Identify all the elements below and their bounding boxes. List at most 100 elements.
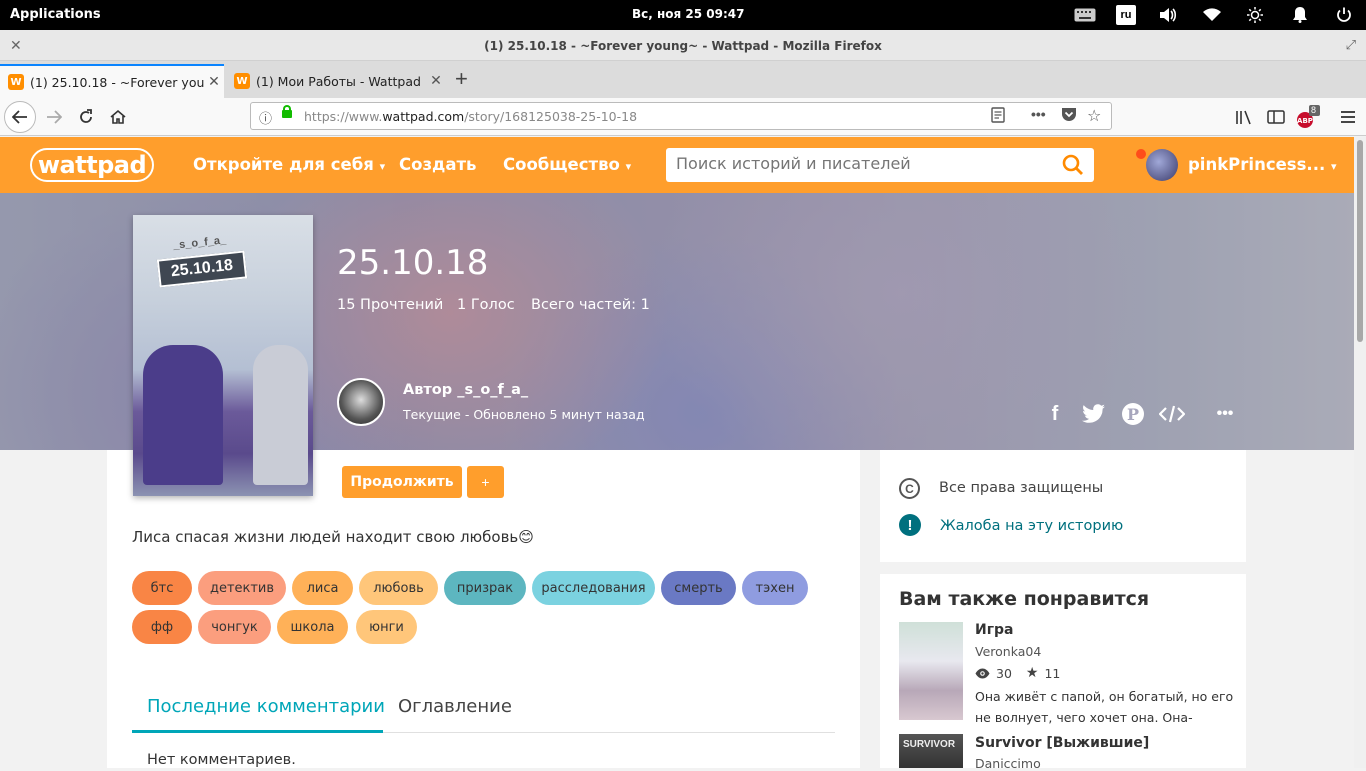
back-button[interactable] xyxy=(4,101,36,133)
twitter-icon[interactable] xyxy=(1080,400,1108,428)
reload-button[interactable] xyxy=(72,103,100,131)
user-avatar[interactable] xyxy=(1146,149,1178,181)
clock[interactable]: Вс, ноя 25 09:47 xyxy=(632,7,745,21)
embed-code-icon[interactable] xyxy=(1158,400,1186,428)
wifi-icon[interactable] xyxy=(1202,5,1222,25)
sidebar-toggle-icon[interactable] xyxy=(1262,103,1290,131)
tab-story[interactable]: W (1) 25.10.18 - ~Forever young~ ✕ xyxy=(0,64,224,98)
recommendation-cover[interactable] xyxy=(899,622,963,720)
site-info-icon[interactable]: ⓘ xyxy=(259,108,272,127)
tag-chip[interactable]: тэхен xyxy=(742,571,808,605)
reader-view-icon[interactable] xyxy=(991,107,1005,126)
tag-chip[interactable]: расследования xyxy=(532,571,655,605)
story-description: Лиса спасая жизни людей находит свою люб… xyxy=(132,528,534,546)
reads-count: 15 Прочтений xyxy=(337,297,444,313)
scrollbar-thumb[interactable] xyxy=(1357,140,1363,342)
pocket-icon[interactable] xyxy=(1061,107,1077,125)
story-info-card xyxy=(880,450,1246,562)
tag-chip[interactable]: детектив xyxy=(198,571,286,605)
recommendation-author[interactable]: Daniccimo xyxy=(975,756,1041,771)
tab-bar: W (1) 25.10.18 - ~Forever young~ ✕ W (1)… xyxy=(0,61,1366,98)
author-link[interactable]: Автор _s_o_f_a_ xyxy=(403,382,528,398)
pinterest-icon[interactable]: P xyxy=(1119,400,1147,428)
tab-close-icon[interactable]: ✕ xyxy=(426,73,446,89)
language-indicator[interactable]: ru xyxy=(1116,5,1136,25)
search-box xyxy=(666,148,1094,182)
recommendation-cover[interactable]: SURVIVOR xyxy=(899,734,963,768)
nav-discover[interactable]: Откройте для себя ▾ xyxy=(193,155,385,174)
tag-chip[interactable]: юнги xyxy=(356,610,417,644)
tag-chip[interactable]: смерть xyxy=(661,571,736,605)
eye-icon xyxy=(975,668,990,678)
navigation-toolbar: ⓘ https://www.wattpad.com/story/16812503… xyxy=(0,98,1366,136)
tag-chip[interactable]: школа xyxy=(277,610,348,644)
add-to-library-button[interactable]: + xyxy=(467,466,504,498)
brightness-icon[interactable] xyxy=(1245,5,1265,25)
tab-my-works[interactable]: W (1) Мои Работы - Wattpad ✕ xyxy=(226,64,446,98)
recommendation-votes: 11 xyxy=(1044,665,1061,681)
nav-create[interactable]: Создать xyxy=(399,155,477,174)
story-cover[interactable]: _s_o_f_a_ 25.10.18 xyxy=(133,215,313,496)
wattpad-favicon-icon: W xyxy=(8,74,24,90)
wattpad-favicon-icon: W xyxy=(234,73,250,89)
url-text[interactable]: https://www.wattpad.com/story/168125038-… xyxy=(304,109,637,124)
recommendation-author[interactable]: Veronka04 xyxy=(975,644,1041,659)
story-title: 25.10.18 xyxy=(337,243,489,283)
user-menu[interactable]: pinkPrincess... ▾ xyxy=(1188,155,1337,174)
system-top-bar: Applications Вс, ноя 25 09:47 ru xyxy=(0,0,1366,30)
tag-chip[interactable]: призрак xyxy=(444,571,526,605)
page-actions-icon[interactable]: ••• xyxy=(1031,106,1046,122)
nav-community[interactable]: Сообщество ▾ xyxy=(503,155,631,174)
copyright-icon: C xyxy=(899,478,920,499)
tag-chip[interactable]: фф xyxy=(132,610,192,644)
tag-chip[interactable]: любовь xyxy=(359,571,438,605)
continue-reading-button[interactable]: Продолжить xyxy=(342,466,462,498)
secure-lock-icon[interactable] xyxy=(282,105,292,118)
svg-text:P: P xyxy=(1127,405,1139,424)
votes-count: 1 Голос xyxy=(457,297,515,313)
tab-table-of-contents[interactable]: Оглавление xyxy=(398,696,512,717)
chevron-down-icon: ▾ xyxy=(1331,160,1337,173)
tab-recent-comments[interactable]: Последние комментарии xyxy=(147,696,385,717)
report-story-link[interactable]: Жалоба на эту историю xyxy=(940,518,1123,534)
search-input[interactable] xyxy=(676,154,1046,173)
notification-dot xyxy=(1136,149,1146,159)
recommendation-title[interactable]: Survivor [Выжившие] xyxy=(975,735,1149,751)
window-maximize-icon[interactable]: ⤢ xyxy=(1346,37,1356,53)
active-tab-indicator xyxy=(132,730,383,733)
bookmark-star-icon[interactable]: ☆ xyxy=(1087,106,1101,126)
notifications-icon[interactable] xyxy=(1290,5,1310,25)
chevron-down-icon: ▾ xyxy=(379,160,386,173)
recommendation-title[interactable]: Игра xyxy=(975,622,1014,638)
author-avatar[interactable] xyxy=(337,378,385,426)
more-options-icon[interactable]: ••• xyxy=(1211,400,1239,428)
chevron-down-icon: ▾ xyxy=(625,160,632,173)
recommendation-stats: 30 ★ 11 xyxy=(975,665,1060,681)
tab-label: (1) Мои Работы - Wattpad xyxy=(256,73,421,89)
tag-chip[interactable]: бтс xyxy=(132,571,192,605)
search-icon[interactable] xyxy=(1062,154,1084,176)
power-icon[interactable] xyxy=(1334,5,1354,25)
menu-icon[interactable] xyxy=(1334,103,1362,131)
new-tab-icon[interactable]: + xyxy=(455,66,468,92)
forward-button[interactable] xyxy=(40,103,68,131)
story-status: Текущие - Обновлено 5 минут назад xyxy=(403,407,645,422)
url-bar[interactable]: ⓘ https://www.wattpad.com/story/16812503… xyxy=(250,102,1112,130)
window-title-bar: ✕ (1) 25.10.18 - ~Forever young~ - Wattp… xyxy=(0,30,1366,61)
no-comments-text: Нет комментариев. xyxy=(147,752,296,768)
addon-badge: 8 xyxy=(1311,105,1317,115)
rights-text: Все права защищены xyxy=(939,480,1104,496)
adblock-icon[interactable]: ABP 8 xyxy=(1294,103,1322,131)
wattpad-logo[interactable]: wattpad xyxy=(30,148,154,182)
window-title: (1) 25.10.18 - ~Forever young~ - Wattpad… xyxy=(484,39,882,53)
report-alert-icon[interactable]: ! xyxy=(899,514,921,536)
tag-chip[interactable]: чонгук xyxy=(198,610,271,644)
library-icon[interactable] xyxy=(1230,103,1258,131)
tag-chip[interactable]: лиса xyxy=(292,571,353,605)
tab-close-icon[interactable]: ✕ xyxy=(204,74,224,90)
applications-menu[interactable]: Applications xyxy=(10,7,101,22)
home-button[interactable] xyxy=(104,103,132,131)
volume-icon[interactable] xyxy=(1158,5,1178,25)
keyboard-icon[interactable] xyxy=(1073,5,1097,25)
facebook-icon[interactable]: f xyxy=(1041,400,1069,428)
